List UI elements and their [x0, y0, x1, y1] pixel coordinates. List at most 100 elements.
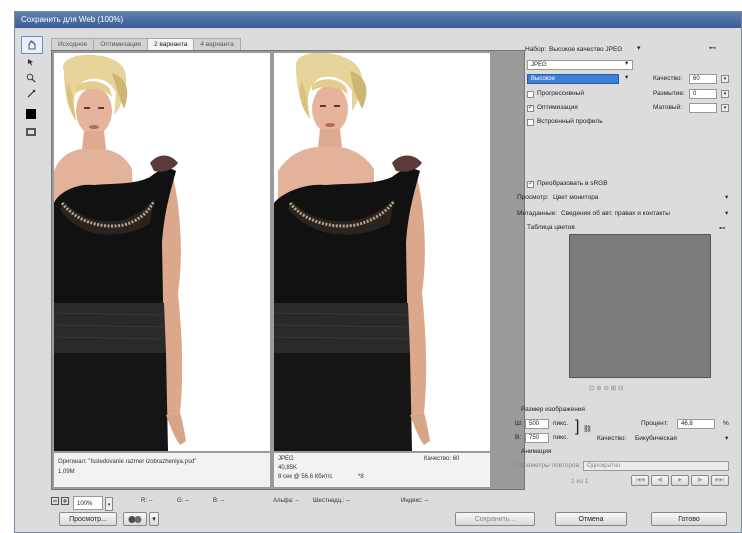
height-unit: пикс.: [553, 434, 569, 441]
matte-label: Матовый:: [653, 104, 683, 111]
save-for-web-dialog: Сохранить для Web (100%) Исходное Оптими…: [14, 11, 742, 533]
hand-tool-icon[interactable]: [21, 36, 43, 54]
settings-panel: Набор: Высокое качество JPEG ▾ ⊷ JPEG ▾ …: [513, 38, 737, 498]
blur-field[interactable]: 0: [689, 89, 717, 99]
animation-label: Анимация: [521, 448, 552, 455]
preview-button[interactable]: Просмотр...: [59, 512, 117, 526]
chain-icon: ⛓: [583, 426, 592, 433]
color-table-label: Таблица цветов: [527, 224, 575, 231]
browser-icon: [128, 516, 142, 523]
metadata-select[interactable]: Сведения об авт. правах и контакты: [561, 210, 670, 217]
loop-select[interactable]: Однократно: [583, 461, 729, 471]
quality-preset-select[interactable]: Высокое: [527, 74, 619, 84]
metadata-label: Метаданные:: [517, 210, 558, 217]
browser-preview-button[interactable]: [123, 512, 147, 526]
preview-area: Оригинал: "Issledovanie razmer izobrazhe…: [51, 50, 525, 490]
model-photo-optimized: [274, 53, 430, 451]
toggle-slices-icon[interactable]: [21, 124, 41, 140]
quality-preset-dropdown-icon[interactable]: ▾: [625, 73, 628, 81]
cancel-button[interactable]: Отмена: [555, 512, 627, 526]
optimized-info: JPEG Качество: 60 40,85K 8 сек @ 56.6 Кб…: [274, 453, 490, 487]
embed-profile-label: Встроенный профиль: [537, 118, 603, 125]
percent-unit: %: [723, 420, 729, 427]
original-preview[interactable]: [54, 53, 270, 451]
preset-dropdown-icon[interactable]: ▾: [637, 44, 641, 52]
save-button[interactable]: Сохранить...: [455, 512, 535, 526]
window-title: Сохранить для Web (100%): [15, 12, 741, 28]
zoom-icon[interactable]: [21, 70, 41, 86]
height-field[interactable]: 750: [525, 433, 549, 443]
browser-dropdown-button[interactable]: ▾: [149, 512, 159, 526]
original-info: Оригинал: "Issledovanie razmer izobrazhe…: [54, 453, 270, 487]
optimized-time: 8 сек @ 56.6 Кбит/с: [278, 474, 333, 480]
readout-alpha: Альфа: --: [273, 498, 300, 504]
panel-menu-icon[interactable]: ⊷: [709, 44, 716, 52]
view-tabs: Исходное Оптимизация 2 варианта 4 вариан…: [51, 38, 525, 51]
last-frame-button[interactable]: ▶▶|: [711, 475, 729, 486]
optimized-time-extra: *8: [358, 474, 364, 480]
percent-field[interactable]: 46,8: [677, 419, 715, 429]
format-select[interactable]: JPEG: [527, 60, 633, 70]
color-table-tools-icon: ⊡ ⊕ ⊘ ⊞ ⊟: [589, 385, 624, 392]
width-field[interactable]: 500: [525, 419, 549, 429]
metadata-dropdown-icon[interactable]: ▾: [725, 209, 728, 217]
embed-profile-checkbox[interactable]: [527, 119, 534, 126]
matte-field[interactable]: [689, 103, 717, 113]
status-bar: 100% ▾ R: -- G: -- B: -- Альфа: -- Шестн…: [51, 494, 525, 511]
eyedropper-color-swatch[interactable]: [21, 106, 41, 122]
readout-hex: Шестнадц.: --: [313, 498, 351, 504]
image-size-label: Размер изображения: [521, 406, 585, 413]
format-dropdown-icon: ▾: [625, 60, 629, 67]
model-photo-original: [54, 54, 186, 451]
constrain-proportions-link-icon[interactable]: ]: [575, 418, 579, 436]
preset-select[interactable]: Высокое качество JPEG: [549, 46, 622, 53]
preview-label: Просмотр:: [517, 194, 549, 201]
progressive-checkbox[interactable]: [527, 91, 534, 98]
height-label: В:: [515, 434, 522, 441]
percent-label: Процент:: [641, 420, 669, 427]
readout-g: G: --: [177, 498, 189, 504]
blur-stepper-icon[interactable]: ▾: [721, 90, 729, 98]
original-size: 1,09M: [58, 469, 75, 475]
optimized-size: 40,85K: [278, 465, 298, 471]
optimized-quality: Качество: 60: [424, 456, 460, 462]
zoom-dropdown-icon[interactable]: ▾: [105, 497, 113, 511]
convert-srgb-label: Преобразовать в sRGB: [537, 180, 608, 187]
preview-select[interactable]: Цвет монитора: [553, 194, 598, 201]
quality-label: Качество:: [653, 75, 683, 82]
optimized-preview[interactable]: [274, 53, 490, 451]
tool-strip: [21, 36, 43, 156]
width-label: Ш:: [515, 420, 523, 427]
preview-dropdown-icon[interactable]: ▾: [725, 193, 728, 201]
prev-frame-button[interactable]: ◀|: [651, 475, 669, 486]
slice-select-icon[interactable]: [21, 54, 41, 70]
readout-b: B: --: [213, 498, 225, 504]
color-table-menu-icon[interactable]: ⊷: [719, 224, 726, 232]
zoom-out-icon[interactable]: [51, 494, 59, 508]
first-frame-button[interactable]: |◀◀: [631, 475, 649, 486]
width-unit: пикс.: [553, 420, 569, 427]
play-button[interactable]: ▶: [671, 475, 689, 486]
color-table[interactable]: [569, 234, 711, 378]
resample-label: Качество:: [597, 435, 627, 442]
preset-label: Набор:: [525, 46, 547, 53]
next-frame-button[interactable]: |▶: [691, 475, 709, 486]
optimized-format: JPEG: [278, 456, 294, 462]
loop-label: Параметры повторов:: [515, 462, 581, 469]
progressive-label: Прогрессивный: [537, 90, 584, 97]
eyedropper-icon[interactable]: [21, 86, 41, 102]
quality-stepper-icon[interactable]: ▾: [721, 75, 729, 83]
zoom-level-field[interactable]: 100%: [73, 496, 103, 510]
blur-label: Размытие:: [653, 90, 685, 97]
done-button[interactable]: Готово: [651, 512, 727, 526]
zoom-in-icon[interactable]: [61, 494, 69, 508]
optimized-label: Оптимизация: [537, 104, 578, 111]
original-filename: Оригинал: "Issledovanie razmer izobrazhe…: [58, 459, 197, 465]
matte-dropdown-icon[interactable]: ▾: [721, 104, 729, 112]
optimized-checkbox[interactable]: ✓: [527, 105, 534, 112]
resample-dropdown-icon[interactable]: ▾: [725, 434, 728, 442]
readout-r: R: --: [141, 498, 153, 504]
quality-field[interactable]: 60: [689, 74, 717, 84]
convert-srgb-checkbox[interactable]: ✓: [527, 181, 534, 188]
resample-select[interactable]: Бикубическая: [635, 435, 677, 442]
